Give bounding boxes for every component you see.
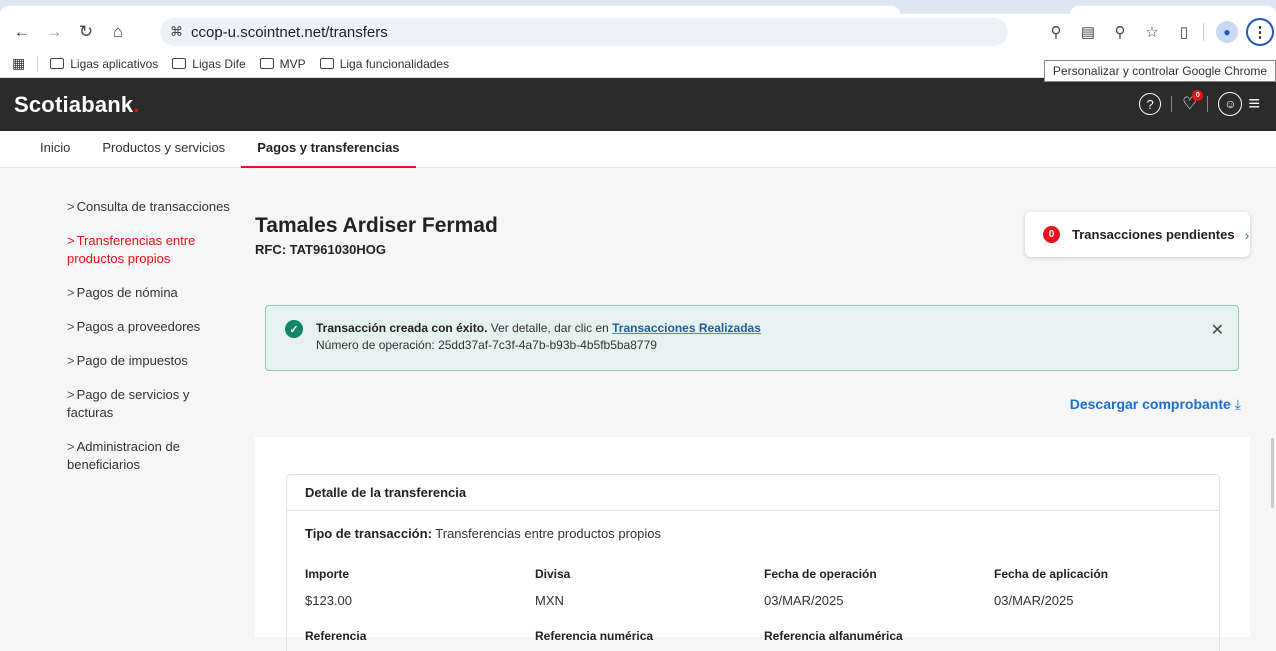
chrome-menu-tooltip: Personalizar y controlar Google Chrome <box>1043 60 1276 82</box>
chevron-right-icon: > <box>67 319 75 334</box>
field-importe: Importe $123.00 <box>305 567 352 608</box>
zoom-icon[interactable]: ⚲ <box>1107 18 1133 46</box>
chevron-right-icon: > <box>67 387 75 402</box>
field-divisa: Divisa MXN <box>535 567 571 608</box>
pending-transactions-button[interactable]: 0 Transacciones pendientes › <box>1025 212 1250 257</box>
tab-productos-y-servicios[interactable]: Productos y servicios <box>86 130 241 167</box>
bookmarks-divider <box>37 55 39 72</box>
apps-grid-icon[interactable]: ▦ <box>12 55 25 72</box>
chevron-right-icon: > <box>67 353 75 368</box>
success-alert: ✓ Transacción creada con éxito. Ver deta… <box>265 305 1239 371</box>
pending-count-badge: 0 <box>1043 226 1060 243</box>
star-icon[interactable]: ☆ <box>1139 18 1165 46</box>
app-header: Scotiabank. ? ♡ 0 ☺ ≡ <box>0 78 1276 131</box>
alert-message: Transacción creada con éxito. Ver detall… <box>316 321 761 335</box>
chevron-right-icon: > <box>67 199 75 214</box>
home-icon[interactable]: ⌂ <box>104 18 132 46</box>
bookmarks-bar: ▦ Ligas aplicativos Ligas Dife MVP Liga … <box>0 50 1276 82</box>
field-referencia-label: Referencia <box>305 629 367 643</box>
transfer-detail-card: Detalle de la transferencia Tipo de tran… <box>286 474 1220 651</box>
sidebar-item-nomina[interactable]: > Pagos de nómina <box>67 284 237 302</box>
sidebar: > Consulta de transacciones > Transferenci… <box>67 198 237 490</box>
bookmark-label: Ligas Dife <box>192 56 246 71</box>
operation-number: Número de operación: 25dd37af-7c3f-4a7b-… <box>316 338 657 352</box>
chrome-menu-icon[interactable]: ⋮ <box>1246 18 1274 46</box>
chevron-right-icon: > <box>67 233 75 248</box>
bookmark-mvp[interactable]: MVP <box>259 56 306 71</box>
address-url: ccop-u.scointnet.net/transfers <box>191 23 388 41</box>
transaction-type: Tipo de transacción: Transferencias entr… <box>305 526 661 541</box>
scotiabank-logo[interactable]: Scotiabank. <box>14 92 140 118</box>
bookmark-ligas-dife[interactable]: Ligas Dife <box>172 56 246 71</box>
browser-toolbar: ← → ↻ ⌂ ⌘ ccop-u.scointnet.net/transfers… <box>0 14 1276 50</box>
notification-bell-icon[interactable]: ♡ 0 <box>1182 90 1204 114</box>
field-referencia-numerica-label: Referencia numérica <box>535 629 654 643</box>
pending-label: Transacciones pendientes <box>1072 227 1235 242</box>
field-referencia-alfanumerica-label: Referencia alfanumérica <box>764 629 903 643</box>
main-nav: Inicio Productos y servicios Pagos y tra… <box>0 131 1276 168</box>
help-icon[interactable]: ? <box>1139 93 1162 115</box>
sidebar-item-impuestos[interactable]: > Pago de impuestos <box>67 352 237 370</box>
bookmark-label: Ligas aplicativos <box>70 56 159 71</box>
folder-icon <box>172 58 187 69</box>
toolbar-divider <box>1203 23 1204 41</box>
header-divider <box>1207 96 1209 112</box>
sidebar-item-consulta[interactable]: > Consulta de transacciones <box>67 198 237 216</box>
sidebar-item-servicios[interactable]: > Pago de servicios y facturas <box>67 386 237 422</box>
site-info-icon[interactable]: ⌘ <box>170 24 183 40</box>
bookmark-label: MVP <box>279 56 306 71</box>
main-content: > Consulta de transacciones > Transferenci… <box>0 168 1276 651</box>
bookmark-label: Liga funcionalidades <box>339 56 450 71</box>
close-icon[interactable]: ✕ <box>1211 320 1224 340</box>
client-name: Tamales Ardiser Fermad <box>255 214 498 237</box>
sidebar-item-beneficiarios[interactable]: > Administracion de beneficiarios <box>67 438 237 474</box>
sidebar-item-transferencias[interactable]: > Transferencias entre productos propios <box>67 232 237 268</box>
folder-icon <box>259 58 274 69</box>
tab-inicio[interactable]: Inicio <box>24 130 86 167</box>
folder-icon <box>50 58 65 69</box>
chevron-right-icon: > <box>67 285 75 300</box>
chevron-right-icon: › <box>1244 226 1250 243</box>
user-profile-icon[interactable]: ☺ <box>1218 92 1243 116</box>
browser-tab[interactable] <box>1070 6 1276 14</box>
extensions-icon[interactable]: ▯ <box>1171 18 1197 46</box>
address-bar[interactable]: ⌘ ccop-u.scointnet.net/transfers <box>160 18 1008 46</box>
field-fecha-operacion: Fecha de operación 03/MAR/2025 <box>764 567 877 608</box>
browser-tab[interactable] <box>0 6 900 14</box>
download-receipt-link[interactable]: Descargar comprobante ⤓ <box>1070 396 1241 413</box>
folder-icon <box>319 58 334 69</box>
tab-pagos-y-transferencias[interactable]: Pagos y transferencias <box>241 130 416 168</box>
location-icon[interactable]: ⚲ <box>1043 18 1069 46</box>
detail-title: Detalle de la transferencia <box>287 475 1219 511</box>
transacciones-realizadas-link[interactable]: Transacciones Realizadas <box>612 321 761 335</box>
translate-icon[interactable]: ▤ <box>1075 18 1101 46</box>
detail-panel: Detalle de la transferencia Tipo de tran… <box>255 437 1250 651</box>
client-rfc: RFC: TAT961030HOG <box>255 242 386 257</box>
reload-icon[interactable]: ↻ <box>72 18 100 46</box>
back-arrow-icon[interactable]: ← <box>8 18 36 46</box>
check-circle-icon: ✓ <box>285 320 303 338</box>
forward-arrow-icon[interactable]: → <box>40 18 68 46</box>
notification-badge: 0 <box>1192 90 1204 101</box>
sidebar-item-proveedores[interactable]: > Pagos a proveedores <box>67 318 237 336</box>
hamburger-menu-icon[interactable]: ≡ <box>1248 93 1260 116</box>
bookmark-liga-funcionalidades[interactable]: Liga funcionalidades <box>319 56 450 71</box>
field-fecha-aplicacion: Fecha de aplicación 03/MAR/2025 <box>994 567 1109 608</box>
profile-avatar-icon[interactable]: ● <box>1216 21 1238 43</box>
header-divider <box>1171 96 1173 112</box>
download-icon: ⤓ <box>1234 396 1241 412</box>
chevron-right-icon: > <box>67 439 75 454</box>
browser-tabstrip <box>0 0 1276 14</box>
bookmark-ligas-aplicativos[interactable]: Ligas aplicativos <box>50 57 158 71</box>
page-scrollbar[interactable] <box>1271 438 1274 508</box>
